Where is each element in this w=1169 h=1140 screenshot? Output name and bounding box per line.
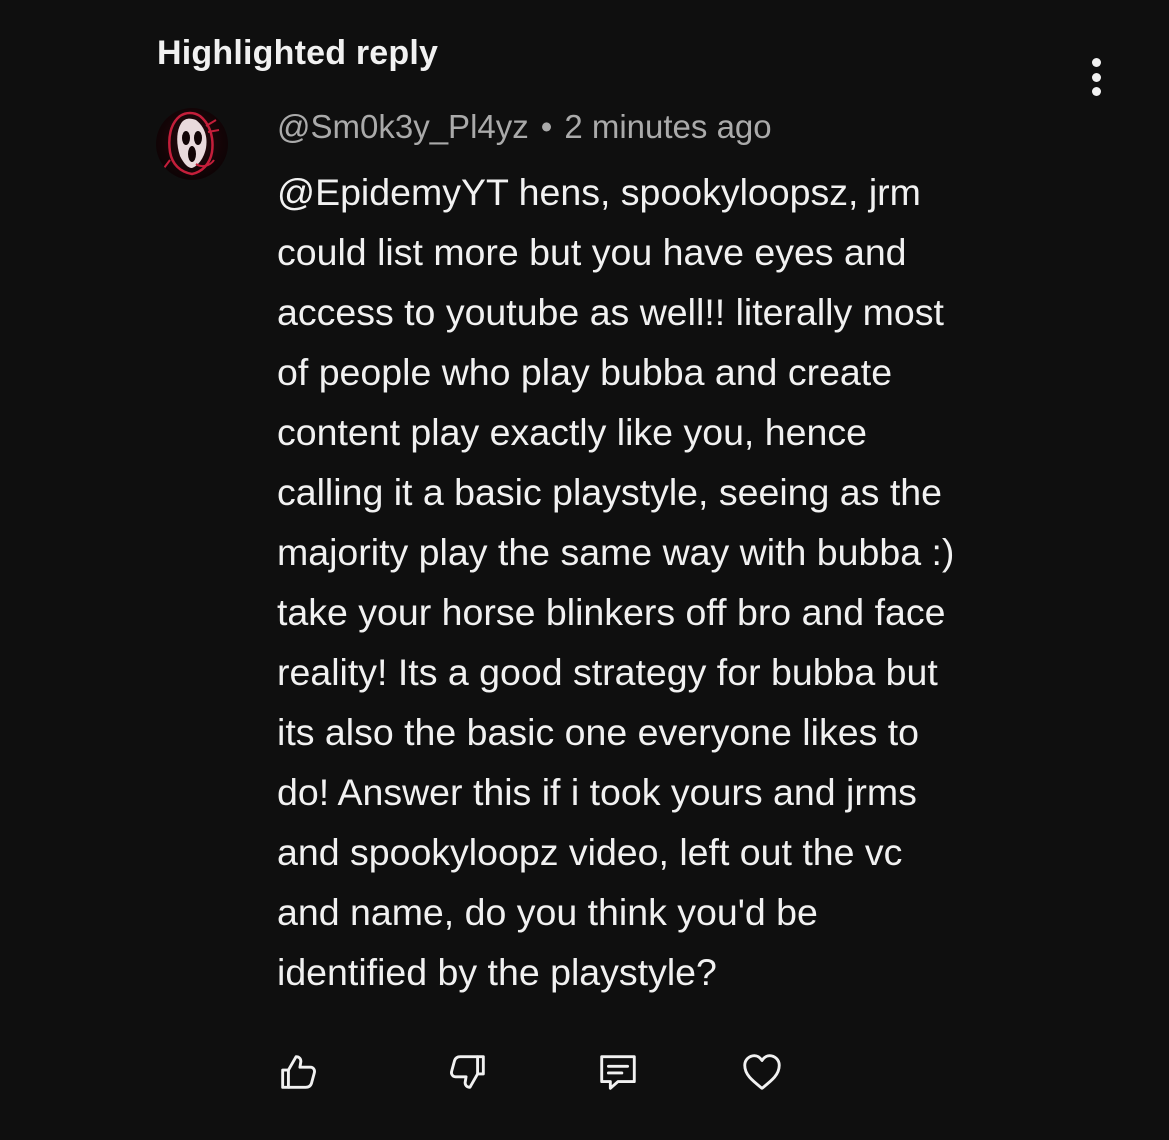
meta-separator: • (540, 108, 553, 145)
more-dot (1091, 72, 1101, 82)
section-title: Highlighted reply (157, 34, 439, 72)
more-vertical-icon (1091, 58, 1101, 67)
author-name[interactable]: @Sm0k3y_Pl4yz (277, 108, 529, 145)
comment-icon (600, 1055, 636, 1090)
reply-button[interactable] (592, 1046, 644, 1098)
comment-meta: @Sm0k3y_Pl4yz • 2 minutes ago (277, 108, 772, 146)
heart-button[interactable] (736, 1046, 788, 1098)
dislike-button[interactable] (442, 1046, 494, 1098)
more-dot (1091, 87, 1101, 96)
ghostface-avatar-icon (163, 111, 220, 176)
comment-actions-bar (0, 1046, 1169, 1098)
comment-text: @EpidemyYT hens, spookyloopsz, jrm could… (277, 171, 955, 993)
timestamp[interactable]: 2 minutes ago (564, 108, 771, 145)
thumbs-down-icon (450, 1055, 485, 1089)
more-options-button[interactable] (1076, 54, 1116, 100)
thumbs-up-icon (281, 1055, 316, 1089)
like-button[interactable] (272, 1046, 324, 1098)
heart-icon (743, 1054, 781, 1090)
avatar[interactable] (156, 108, 228, 180)
